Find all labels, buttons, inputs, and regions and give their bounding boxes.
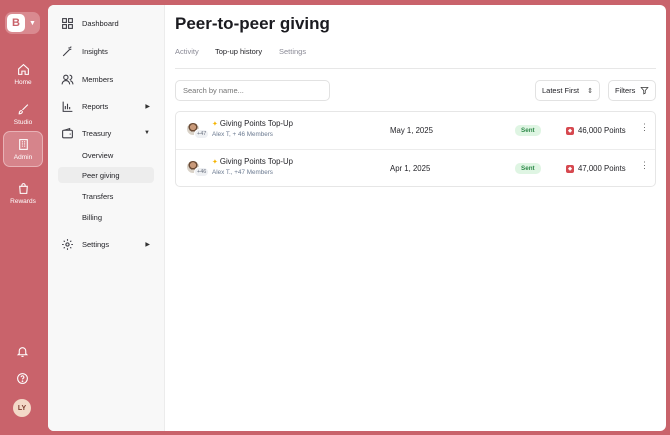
points-value: 47,000 Points [578,164,626,173]
row-subtitle: Alex T, + 46 Members [212,131,273,138]
sparkle-icon: ✦ [212,121,218,128]
sidebar-item-treasury[interactable]: Treasury ▼ [58,124,154,142]
user-avatar[interactable]: LY [13,399,31,417]
table-row[interactable]: +46 ✦ Giving Points Top-Up Alex T., +47 M… [176,149,655,186]
sidebar-subitem-label: Transfers [82,191,114,201]
home-icon [17,63,30,76]
row-title: ✦ Giving Points Top-Up [212,119,293,128]
more-options-icon[interactable]: ⋮ [640,161,649,170]
rail-item-studio[interactable]: Studio [3,96,43,132]
sidebar-subitem-peer-giving[interactable]: Peer giving [58,167,154,183]
member-count-badge: +47 [194,129,210,139]
row-points: ◆ 47,000 Points [566,164,626,173]
member-avatars: +47 [186,122,210,140]
chevron-down-icon: ▼ [29,19,36,27]
sidebar: Dashboard Insights Members Reports ▶ Tre… [48,5,165,431]
table-row[interactable]: +47 ✦ Giving Points Top-Up Alex T, + 46 M… [176,112,655,149]
sidebar-item-label: Members [82,74,114,84]
sidebar-subitem-billing[interactable]: Billing [58,209,154,225]
page-title: Peer-to-peer giving [175,14,330,33]
top-up-table: +47 ✦ Giving Points Top-Up Alex T, + 46 M… [175,111,656,187]
row-subtitle: Alex T., +47 Members [212,169,273,176]
sort-dropdown[interactable]: Latest First ⇕ [535,80,600,101]
status-badge: Sent [515,163,541,174]
row-date: May 1, 2025 [390,126,433,135]
rail-item-label: Studio [13,118,33,126]
bar-chart-icon [61,100,74,113]
rail-item-rewards[interactable]: Rewards [3,175,43,211]
row-date: Apr 1, 2025 [390,164,431,173]
main-panel: Dashboard Insights Members Reports ▶ Tre… [48,5,666,431]
sidebar-item-label: Reports [82,101,109,111]
filter-icon [640,87,649,95]
sidebar-item-settings[interactable]: Settings ▶ [58,235,154,253]
dashboard-icon [61,17,74,30]
rail-item-label: Admin [13,153,33,161]
app-rail: B ▼ Home Studio Admin Rewards LY [0,0,46,435]
wallet-icon [61,127,74,140]
sidebar-subitem-label: Peer giving [82,170,120,180]
points-icon: ◆ [566,126,574,135]
tab-top-up-history[interactable]: Top-up history [215,47,262,56]
rail-item-label: Rewards [10,197,36,205]
rail-item-label: Home [14,78,32,86]
building-icon [17,138,30,151]
bell-icon[interactable] [14,343,31,360]
row-title-text: Giving Points Top-Up [219,157,293,166]
app-logo: B [7,14,25,32]
sparkle-icon: ✦ [212,159,218,166]
rail-item-home[interactable]: Home [3,56,43,92]
chevron-up-down-icon: ⇕ [587,87,593,95]
magic-wand-icon [61,45,74,58]
points-value: 46,000 Points [578,126,626,135]
content-area: Peer-to-peer giving Activity Top-up hist… [175,5,656,431]
row-points: ◆ 46,000 Points [566,126,626,135]
gear-icon [61,238,74,251]
filters-button[interactable]: Filters [608,80,656,101]
help-icon[interactable] [14,370,31,387]
member-count-badge: +46 [194,167,210,177]
chevron-right-icon: ▶ [145,241,150,248]
sidebar-item-dashboard[interactable]: Dashboard [58,14,154,32]
brush-icon [17,103,30,116]
sidebar-item-members[interactable]: Members [58,70,154,88]
tab-settings[interactable]: Settings [279,47,306,56]
sidebar-item-label: Settings [82,239,110,249]
gift-icon [17,182,30,195]
sidebar-item-label: Insights [82,46,108,56]
sidebar-subitem-overview[interactable]: Overview [58,147,154,163]
chevron-right-icon: ▶ [145,103,150,110]
row-title-text: Giving Points Top-Up [219,119,293,128]
workspace-switcher[interactable]: B ▼ [5,12,40,34]
filters-label: Filters [615,86,636,95]
member-avatars: +46 [186,160,210,178]
sidebar-item-reports[interactable]: Reports ▶ [58,97,154,115]
sidebar-item-label: Dashboard [82,18,119,28]
row-title: ✦ Giving Points Top-Up [212,157,293,166]
sidebar-subitem-transfers[interactable]: Transfers [58,188,154,204]
sort-label: Latest First [542,86,580,95]
tab-activity[interactable]: Activity [175,47,199,56]
users-icon [61,73,74,86]
more-options-icon[interactable]: ⋮ [640,123,649,132]
tab-bar: Activity Top-up history Settings [175,47,656,69]
search-input[interactable] [175,80,330,101]
sidebar-item-label: Treasury [82,128,112,138]
sidebar-subitem-label: Billing [82,212,103,222]
sidebar-subitem-label: Overview [82,150,114,160]
rail-item-admin[interactable]: Admin [3,131,43,167]
sidebar-item-insights[interactable]: Insights [58,42,154,60]
chevron-down-icon: ▼ [144,130,150,136]
points-icon: ◆ [566,164,574,173]
status-badge: Sent [515,125,541,136]
